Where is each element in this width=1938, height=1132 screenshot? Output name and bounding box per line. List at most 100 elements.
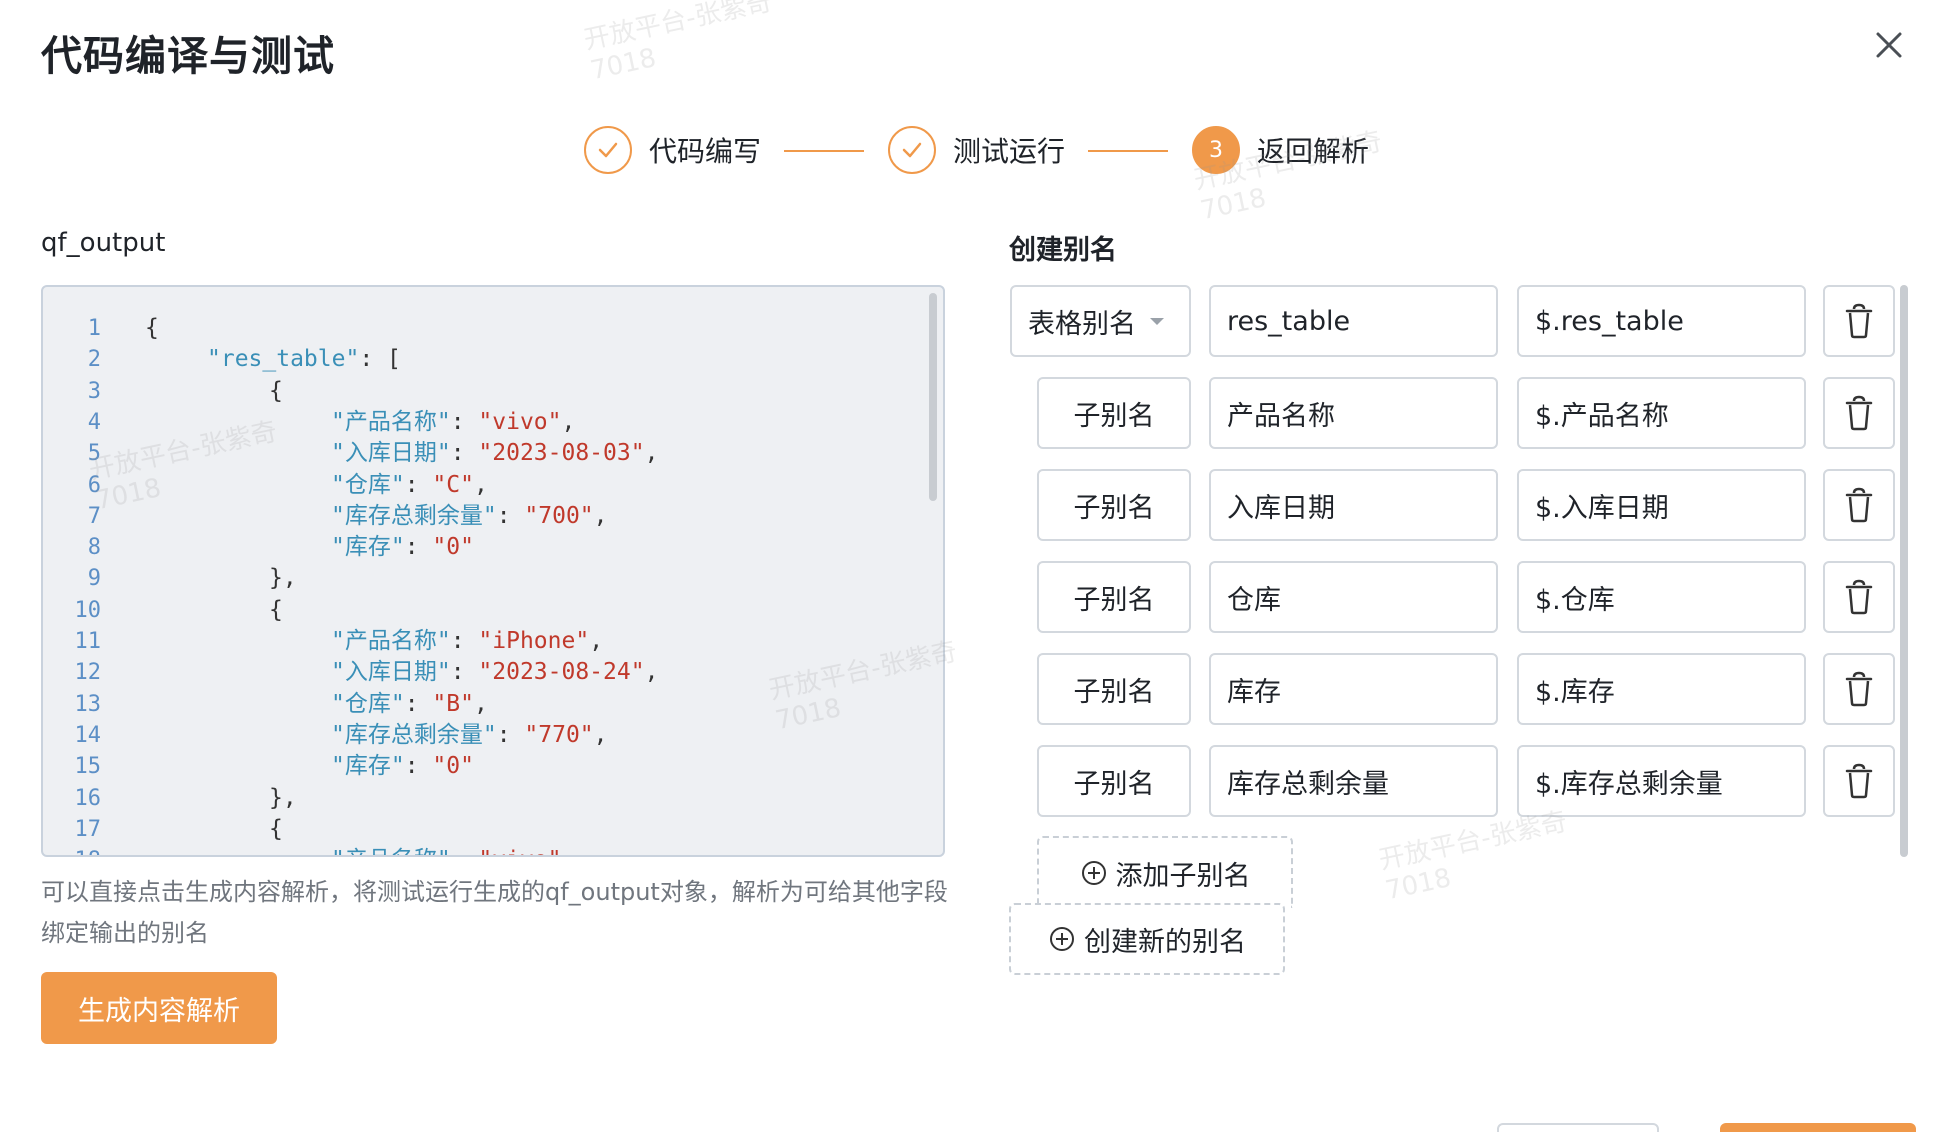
- alias-type-value: 表格别名: [1028, 308, 1136, 340]
- delete-sub-alias-button[interactable]: [1823, 561, 1895, 633]
- alias-path-value: $.res_table: [1535, 305, 1684, 337]
- plus-circle-icon: [1081, 861, 1106, 885]
- trash-icon: [1845, 579, 1873, 615]
- sub-alias-type-label: 子别名: [1073, 584, 1155, 616]
- json-punctuation: :: [404, 690, 433, 717]
- sub-alias-type[interactable]: 子别名: [1037, 377, 1191, 449]
- json-key: "库存总剩余量": [331, 502, 497, 529]
- sub-alias-name-input[interactable]: 入库日期: [1209, 469, 1498, 541]
- sub-alias-path-input[interactable]: $.库存总剩余量: [1517, 745, 1806, 817]
- add-sub-alias-button[interactable]: 添加子别名: [1037, 836, 1293, 908]
- json-string: "770": [524, 721, 594, 748]
- json-punctuation: {: [269, 815, 283, 842]
- json-punctuation: {: [269, 596, 283, 623]
- delete-sub-alias-button[interactable]: [1823, 745, 1895, 817]
- confirm-button[interactable]: [1720, 1123, 1916, 1132]
- line-number: 4: [87, 409, 101, 435]
- code-line: 14 "库存总剩余量": "770",: [43, 720, 923, 751]
- json-key: "入库日期": [331, 659, 451, 686]
- code-text: "仓库": "B",: [331, 689, 488, 720]
- step-2-label: 测试运行: [953, 135, 1066, 168]
- code-line: 7 "库存总剩余量": "700",: [43, 501, 923, 532]
- code-line: 6 "仓库": "C",: [43, 470, 923, 501]
- line-number: 14: [74, 722, 102, 748]
- line-number: 3: [87, 378, 101, 404]
- sub-alias-path-input[interactable]: $.产品名称: [1517, 377, 1806, 449]
- alias-name-input[interactable]: res_table: [1209, 285, 1498, 357]
- step-1-check-icon: [584, 126, 632, 174]
- line-number: 18: [43, 845, 102, 855]
- delete-sub-alias-button[interactable]: [1823, 469, 1895, 541]
- code-text: {: [145, 313, 159, 344]
- json-string: "vivo": [478, 847, 561, 855]
- json-punctuation: :: [451, 847, 479, 855]
- sub-alias-type[interactable]: 子别名: [1037, 561, 1191, 633]
- code-line: 12 "入库日期": "2023-08-24",: [43, 657, 923, 688]
- step-connector: [1088, 150, 1168, 152]
- create-alias-button[interactable]: 创建新的别名: [1009, 903, 1285, 975]
- json-punctuation: :: [404, 753, 433, 780]
- sub-alias-name-input[interactable]: 库存: [1209, 653, 1498, 725]
- json-punctuation: :: [450, 440, 479, 467]
- json-key: "产品名称": [331, 847, 451, 855]
- code-text: {: [269, 595, 283, 626]
- cancel-button[interactable]: [1497, 1123, 1659, 1132]
- sub-alias-path-value: $.入库日期: [1535, 492, 1669, 524]
- sub-alias-type[interactable]: 子别名: [1037, 469, 1191, 541]
- json-key: "库存总剩余量": [331, 721, 497, 748]
- sub-alias-name-input[interactable]: 产品名称: [1209, 377, 1498, 449]
- trash-icon: [1845, 671, 1873, 707]
- code-line: 5 "入库日期": "2023-08-03",: [43, 438, 923, 469]
- code-editor[interactable]: 1{2 "res_table": [3{4 "产品名称": "vivo", 5 "入库日…: [41, 285, 945, 857]
- create-alias-label: 创建别名: [1009, 235, 1117, 266]
- alias-name-value: res_table: [1227, 305, 1351, 337]
- delete-sub-alias-button[interactable]: [1823, 377, 1895, 449]
- sub-alias-path-input[interactable]: $.仓库: [1517, 561, 1806, 633]
- sub-alias-name-value: 产品名称: [1227, 400, 1335, 432]
- json-punctuation: ,: [561, 408, 576, 435]
- json-string: "0": [432, 753, 474, 780]
- sub-alias-path-input[interactable]: $.库存: [1517, 653, 1806, 725]
- sub-alias-type[interactable]: 子别名: [1037, 653, 1191, 725]
- code-line: 9},: [43, 563, 923, 594]
- json-punctuation: },: [269, 784, 297, 811]
- sub-alias-path-value: $.仓库: [1535, 584, 1615, 616]
- trash-icon: [1845, 763, 1873, 799]
- alias-list-scrollbar[interactable]: [1900, 285, 1908, 857]
- sub-alias-name-input[interactable]: 仓库: [1209, 561, 1498, 633]
- line-number: 7: [87, 503, 101, 529]
- json-string: "2023-08-03": [478, 440, 645, 467]
- trash-icon: [1845, 303, 1873, 339]
- line-number: 5: [87, 441, 101, 467]
- code-line: 10 {: [43, 595, 923, 626]
- sub-alias-path-value: $.库存总剩余量: [1535, 768, 1723, 800]
- delete-alias-button[interactable]: [1823, 285, 1895, 357]
- json-key: "仓库": [331, 690, 405, 717]
- json-punctuation: },: [269, 565, 297, 592]
- json-string: "700": [524, 502, 594, 529]
- delete-sub-alias-button[interactable]: [1823, 653, 1895, 725]
- line-number: 1: [87, 316, 101, 341]
- json-punctuation: :: [450, 659, 479, 686]
- code-line: 17 {: [43, 814, 923, 845]
- code-text: {: [269, 376, 283, 407]
- json-punctuation: :: [496, 502, 525, 529]
- sub-alias-name-input[interactable]: 库存总剩余量: [1209, 745, 1498, 817]
- code-text: {: [269, 814, 283, 845]
- sub-alias-path-value: $.库存: [1535, 676, 1615, 708]
- alias-type-select[interactable]: 表格别名: [1010, 285, 1191, 357]
- sub-alias-type[interactable]: 子别名: [1037, 745, 1191, 817]
- code-line: 8 "库存": "0": [43, 532, 923, 563]
- generate-parse-button[interactable]: 生成内容解析: [41, 972, 277, 1044]
- json-punctuation: ,: [593, 721, 608, 748]
- sub-alias-path-input[interactable]: $.入库日期: [1517, 469, 1806, 541]
- alias-path-input[interactable]: $.res_table: [1517, 285, 1806, 357]
- code-line: 3{: [43, 376, 923, 407]
- line-number: 9: [87, 566, 101, 592]
- watermark: 开放平台-张紫奇7018: [581, 0, 775, 87]
- close-icon[interactable]: [1870, 26, 1908, 64]
- editor-scrollbar[interactable]: [929, 293, 937, 501]
- json-string: "0": [432, 534, 474, 561]
- json-key: "res_table": [207, 346, 360, 373]
- code-text: "入库日期": "2023-08-24",: [331, 657, 658, 688]
